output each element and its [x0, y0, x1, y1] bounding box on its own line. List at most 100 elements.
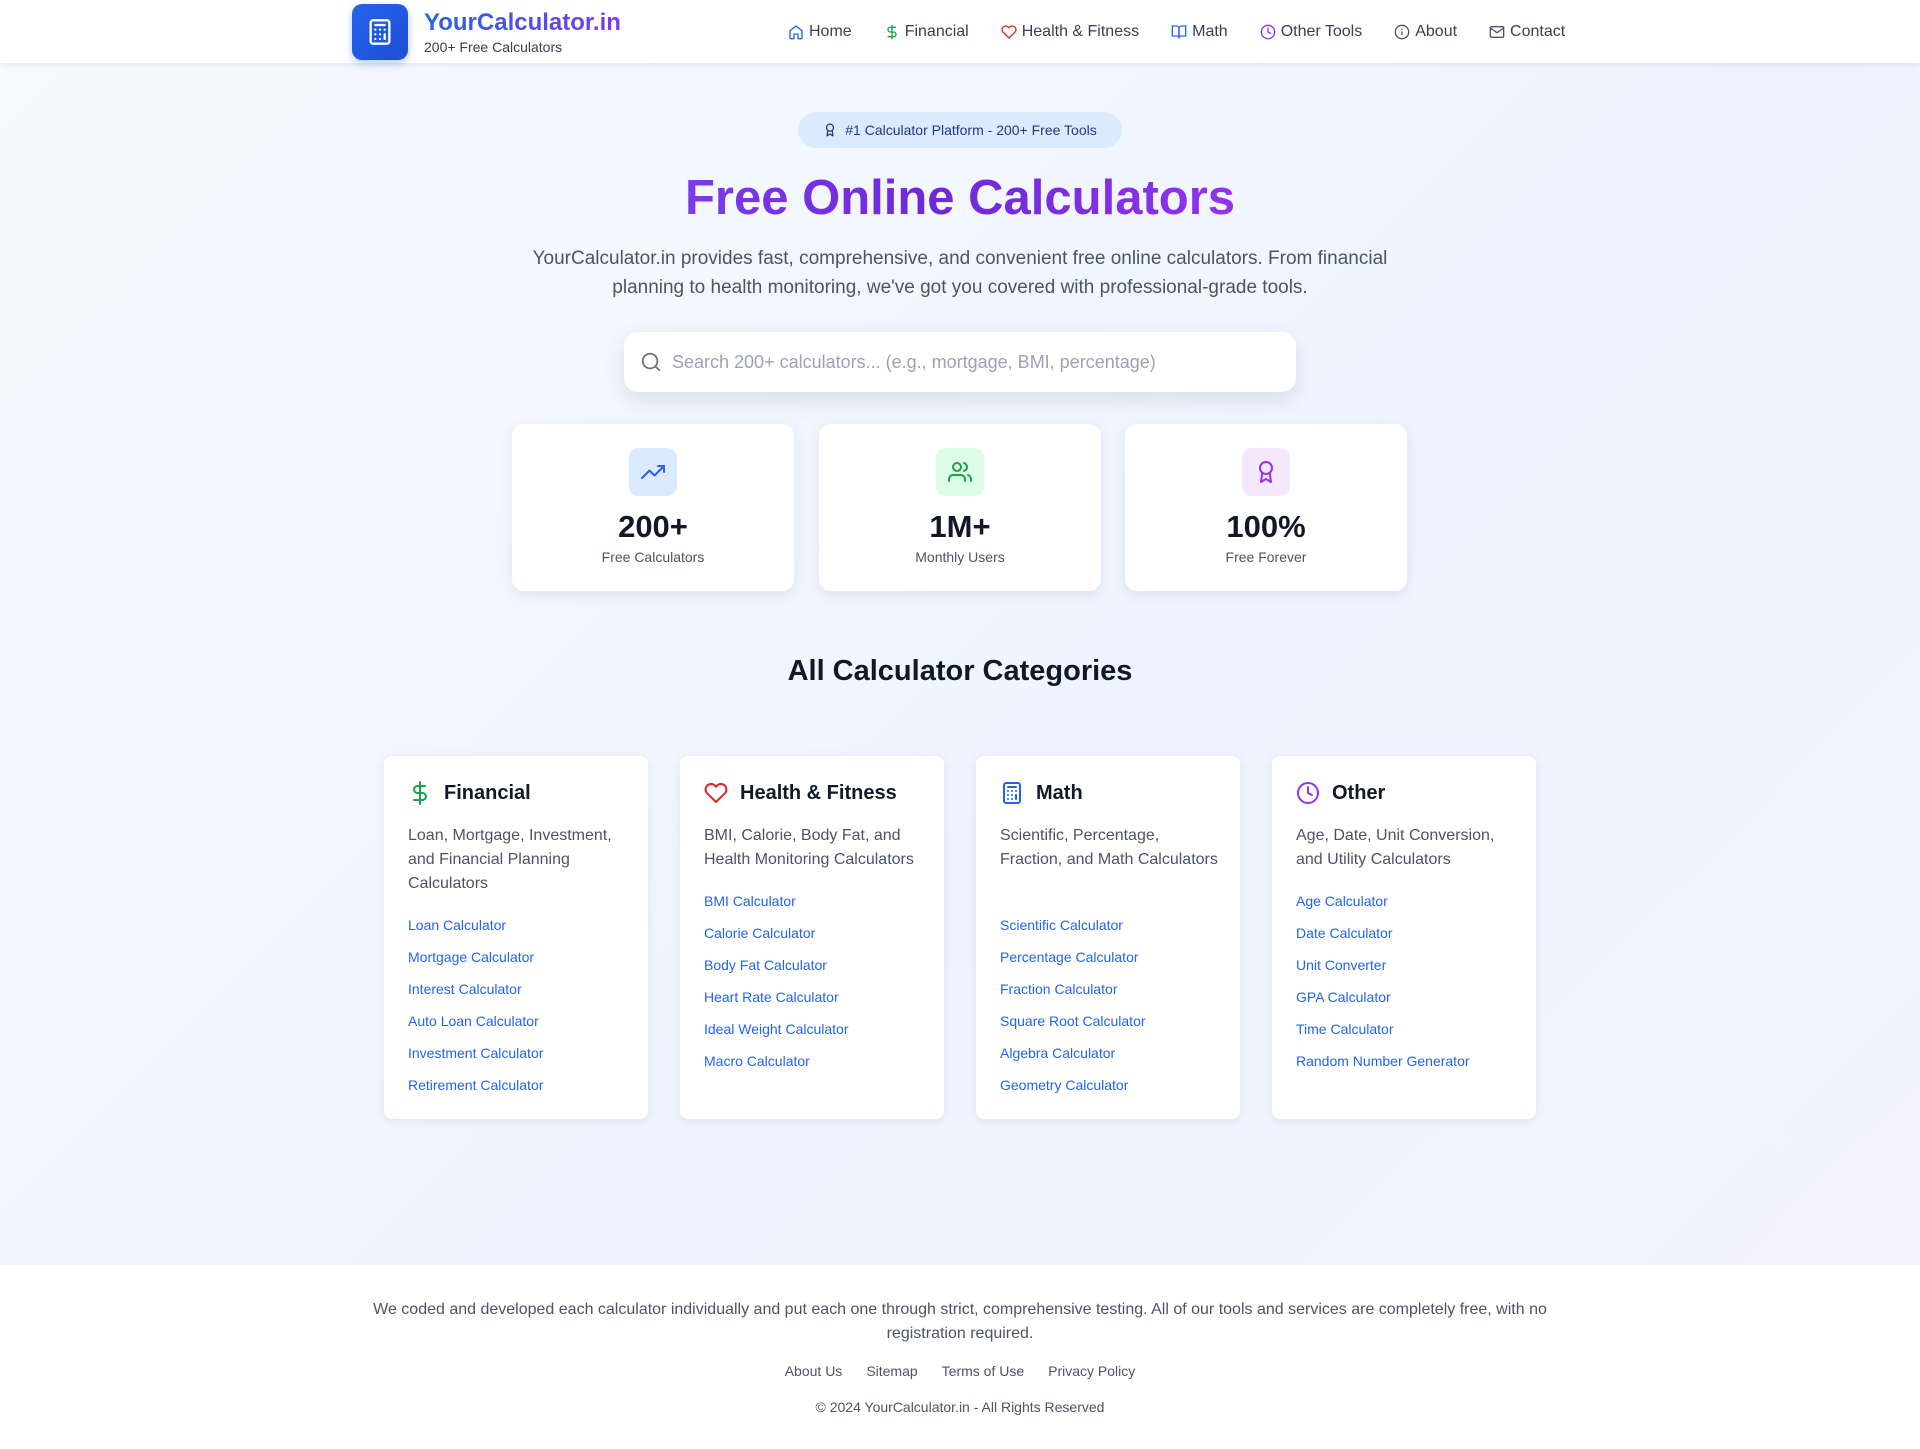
calculator-link[interactable]: Age Calculator — [1296, 893, 1388, 909]
stat-card-users: 1M+ Monthly Users — [819, 424, 1101, 591]
card-title[interactable]: Math — [1036, 782, 1083, 805]
nav-contact[interactable]: Contact — [1489, 20, 1565, 44]
calculator-link[interactable]: Mortgage Calculator — [408, 949, 534, 965]
calculator-link[interactable]: Macro Calculator — [704, 1053, 810, 1069]
footer-link-sitemap[interactable]: Sitemap — [866, 1363, 917, 1379]
brand-title[interactable]: YourCalculator.in — [424, 8, 621, 37]
card-header: Financial — [408, 781, 531, 805]
list-item: Retirement Calculator — [408, 1076, 543, 1108]
card-title[interactable]: Financial — [444, 782, 531, 805]
nav-home[interactable]: Home — [788, 20, 852, 44]
list-item: Random Number Generator — [1296, 1052, 1470, 1084]
nav-math-label: Math — [1192, 23, 1228, 40]
stat-value: 200+ — [618, 509, 688, 544]
calculator-link[interactable]: Random Number Generator — [1296, 1053, 1470, 1069]
heart-icon — [1001, 25, 1017, 39]
nav-health[interactable]: Health & Fitness — [1001, 20, 1139, 44]
calculator-link[interactable]: Auto Loan Calculator — [408, 1013, 539, 1029]
list-item: Age Calculator — [1296, 892, 1470, 924]
nav-math[interactable]: Math — [1171, 20, 1228, 44]
card-link-list: BMI Calculator Calorie Calculator Body F… — [704, 892, 848, 1084]
card-title[interactable]: Health & Fitness — [740, 782, 897, 805]
list-item: Loan Calculator — [408, 916, 543, 948]
award-icon — [826, 123, 835, 137]
calculator-link[interactable]: Interest Calculator — [408, 981, 522, 997]
calculator-link[interactable]: Algebra Calculator — [1000, 1045, 1115, 1061]
copyright: © 2024 YourCalculator.in - All Rights Re… — [815, 1399, 1105, 1415]
calculator-link[interactable]: BMI Calculator — [704, 893, 796, 909]
list-item: Date Calculator — [1296, 924, 1470, 956]
footer-link-terms[interactable]: Terms of Use — [942, 1363, 1024, 1379]
home-icon — [789, 25, 803, 40]
list-item: GPA Calculator — [1296, 988, 1470, 1020]
calculator-link[interactable]: Body Fat Calculator — [704, 957, 827, 973]
footer-links: About Us Sitemap Terms of Use Privacy Po… — [0, 1363, 1920, 1379]
calculator-link[interactable]: Loan Calculator — [408, 917, 506, 933]
calculator-link[interactable]: Date Calculator — [1296, 925, 1393, 941]
calculator-link[interactable]: Time Calculator — [1296, 1021, 1394, 1037]
site-footer: We coded and developed each calculator i… — [0, 1264, 1920, 1449]
card-title[interactable]: Other — [1332, 782, 1385, 805]
logo[interactable] — [352, 4, 408, 60]
dollar-icon — [413, 781, 427, 805]
list-item: Geometry Calculator — [1000, 1076, 1146, 1108]
card-description: Scientific, Percentage, Fraction, and Ma… — [1000, 827, 1218, 868]
list-item: Ideal Weight Calculator — [704, 1020, 848, 1052]
nav-about-label: About — [1415, 23, 1458, 40]
list-item: Heart Rate Calculator — [704, 988, 848, 1020]
stat-icon-box — [1242, 448, 1290, 496]
card-header: Math — [1000, 781, 1083, 805]
hero-title-text: Free Online Calculators — [684, 171, 1236, 225]
book-icon — [1171, 25, 1187, 39]
calculator-link[interactable]: Calorie Calculator — [704, 925, 815, 941]
list-item: Interest Calculator — [408, 980, 543, 1012]
card-description: Age, Date, Unit Conversion, and Utility … — [1296, 827, 1495, 868]
category-card-financial: Financial Loan, Mortgage, Investment, an… — [384, 756, 648, 1119]
search-input[interactable] — [672, 351, 1272, 373]
calculator-link[interactable]: Percentage Calculator — [1000, 949, 1139, 965]
stat-label: Free Forever — [1225, 549, 1307, 565]
calculator-link[interactable]: Square Root Calculator — [1000, 1013, 1146, 1029]
clock-icon — [1260, 24, 1276, 40]
heart-icon — [704, 783, 728, 803]
trending-up-icon — [641, 465, 665, 479]
users-icon — [948, 462, 972, 482]
nav-health-label: Health & Fitness — [1021, 23, 1140, 40]
search-bar — [624, 332, 1296, 392]
card-link-list: Scientific Calculator Percentage Calcula… — [1000, 916, 1146, 1108]
nav-financial-label: Financial — [904, 23, 969, 40]
nav-other-tools-label: Other Tools — [1280, 23, 1363, 40]
calculator-link[interactable]: Ideal Weight Calculator — [704, 1021, 848, 1037]
category-card-math: Math Scientific, Percentage, Fraction, a… — [976, 756, 1240, 1119]
calculator-link[interactable]: Scientific Calculator — [1000, 917, 1123, 933]
footer-link-about-us[interactable]: About Us — [785, 1363, 843, 1379]
stat-card-free: 100% Free Forever — [1125, 424, 1407, 591]
calculator-link[interactable]: Investment Calculator — [408, 1045, 543, 1061]
hero-title: Free Online Calculators — [0, 168, 1920, 228]
nav-contact-label: Contact — [1510, 23, 1566, 40]
calculator-link[interactable]: Retirement Calculator — [408, 1077, 543, 1093]
list-item: BMI Calculator — [704, 892, 848, 924]
nav-about[interactable]: About — [1394, 20, 1457, 44]
list-item: Auto Loan Calculator — [408, 1012, 543, 1044]
hero-badge-label: #1 Calculator Platform - 200+ Free Tools — [845, 122, 1097, 138]
clock-icon — [1297, 782, 1319, 804]
list-item: Mortgage Calculator — [408, 948, 543, 980]
card-header: Health & Fitness — [704, 781, 897, 805]
list-item: Scientific Calculator — [1000, 916, 1146, 948]
nav-other-tools[interactable]: Other Tools — [1260, 20, 1363, 44]
footer-link-privacy[interactable]: Privacy Policy — [1048, 1363, 1135, 1379]
stat-label: Monthly Users — [915, 549, 1005, 565]
calculator-link[interactable]: Heart Rate Calculator — [704, 989, 839, 1005]
nav-financial[interactable]: Financial — [884, 20, 969, 44]
category-card-other: Other Age, Date, Unit Conversion, and Ut… — [1272, 756, 1536, 1119]
calculator-link[interactable]: Unit Converter — [1296, 957, 1386, 973]
stat-label: Free Calculators — [601, 549, 705, 565]
stat-icon-box — [936, 448, 984, 496]
list-item: Percentage Calculator — [1000, 948, 1146, 980]
calculator-link[interactable]: Geometry Calculator — [1000, 1077, 1128, 1093]
calculator-link[interactable]: GPA Calculator — [1296, 989, 1391, 1005]
mail-icon — [1489, 26, 1505, 38]
calculator-link[interactable]: Fraction Calculator — [1000, 981, 1118, 997]
categories-title: All Calculator Categories — [787, 655, 1133, 687]
